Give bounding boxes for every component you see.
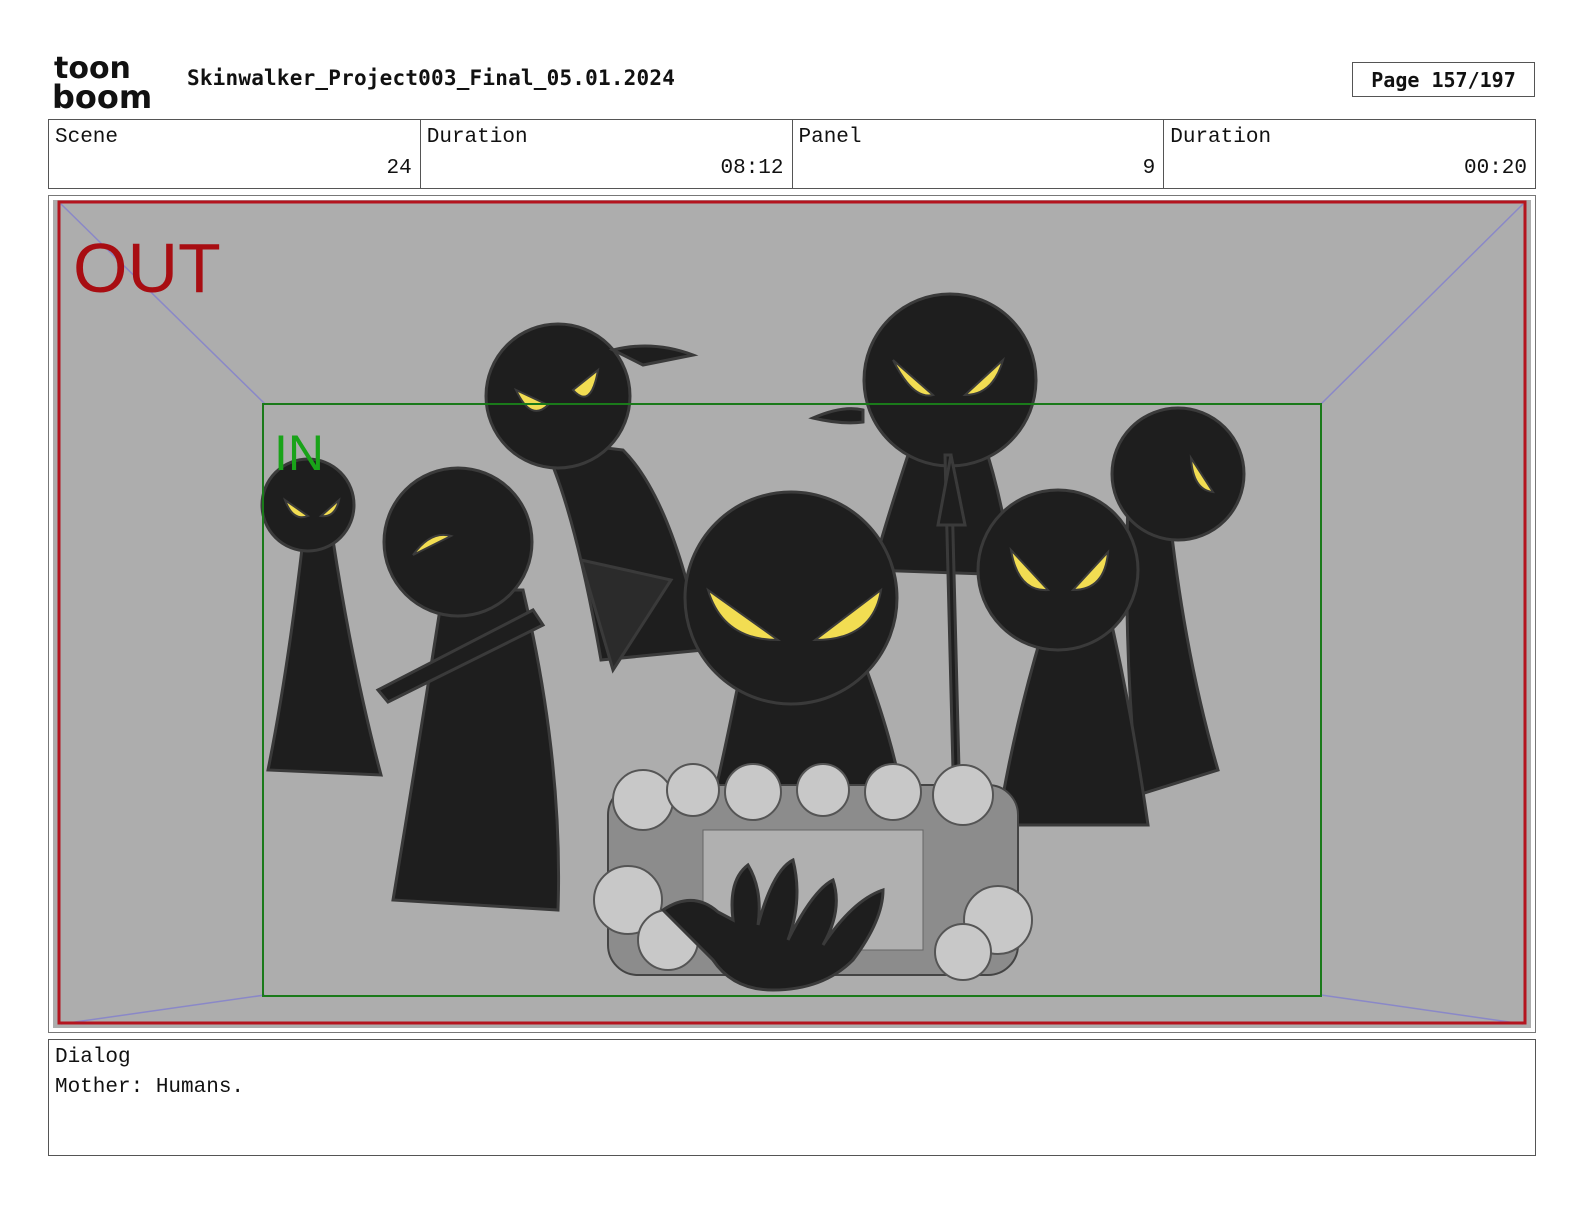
scene-label: Scene bbox=[55, 126, 119, 149]
panel-duration-cell: Duration 00:20 bbox=[1164, 120, 1535, 188]
page-indicator: Page 157/197 bbox=[1352, 62, 1535, 97]
panel-cell: Panel 9 bbox=[793, 120, 1165, 188]
out-label: OUT bbox=[73, 229, 221, 307]
panel-info-row: Scene 24 Duration 08:12 Panel 9 Duration… bbox=[48, 119, 1536, 189]
storyboard-panel-image: OUT IN bbox=[53, 200, 1531, 1028]
document-title: Skinwalker_Project003_Final_05.01.2024 bbox=[187, 66, 676, 90]
panel-duration-label: Duration bbox=[1170, 126, 1272, 149]
dialog-box: Dialog Mother: Humans. bbox=[48, 1039, 1536, 1156]
scene-duration-label: Duration bbox=[426, 126, 528, 149]
forest-vignette bbox=[593, 763, 1033, 992]
panel-label: Panel bbox=[798, 126, 862, 149]
scene-duration-cell: Duration 08:12 bbox=[421, 120, 793, 188]
dialog-label: Dialog bbox=[55, 1046, 131, 1069]
logo-text-bottom: boom bbox=[52, 78, 152, 112]
dialog-text: Mother: Humans. bbox=[55, 1076, 245, 1099]
panel-value: 9 bbox=[1142, 157, 1156, 180]
panel-duration-value: 00:20 bbox=[1463, 157, 1527, 180]
in-label: IN bbox=[274, 425, 324, 481]
scene-value: 24 bbox=[386, 157, 412, 180]
toon-boom-logo: toon boom bbox=[52, 51, 152, 112]
scene-duration-value: 08:12 bbox=[720, 157, 784, 180]
scene-cell: Scene 24 bbox=[49, 120, 421, 188]
